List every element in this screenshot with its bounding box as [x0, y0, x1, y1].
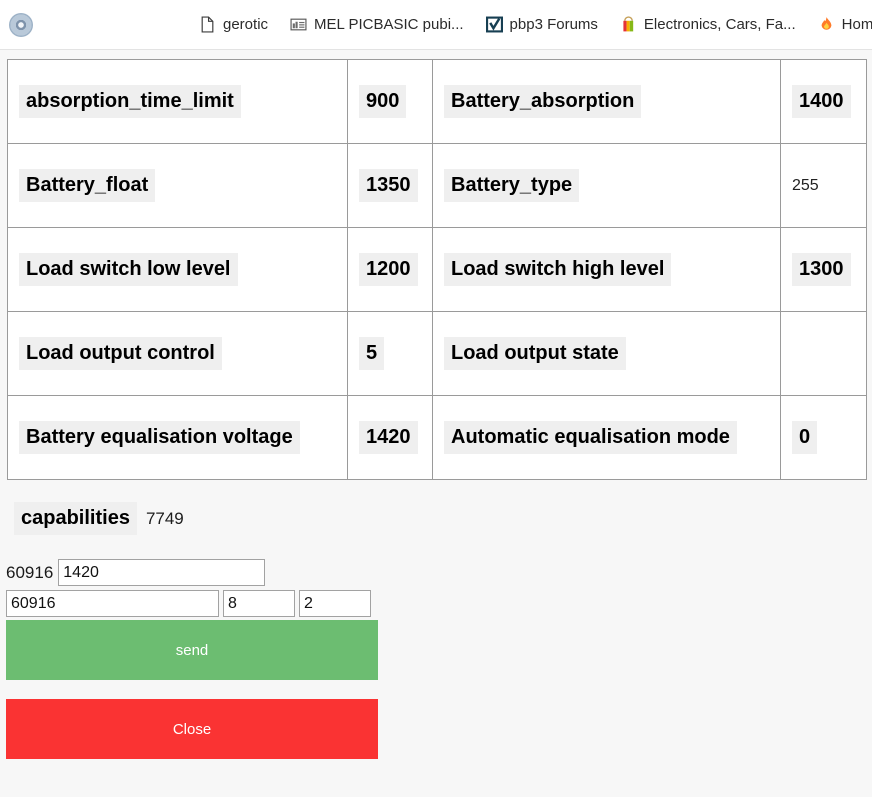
bookmark-item-electronics-cars[interactable]: Electronics, Cars, Fa...: [620, 16, 796, 33]
setting-label: Load output control: [19, 337, 222, 370]
register-type-input[interactable]: [299, 590, 371, 617]
setting-label: absorption_time_limit: [19, 85, 241, 118]
setting-label: Battery_absorption: [444, 85, 641, 118]
browser-bookmark-bar: gerotic MEL PICBASIC pubi... pbp3 Forums: [0, 0, 872, 50]
setting-label: Battery equalisation voltage: [19, 421, 300, 454]
register-number-label: 60916: [6, 564, 53, 581]
setting-label-cell: Load output state: [433, 312, 781, 396]
bookmark-label: Home: [842, 17, 872, 32]
flame-icon: [818, 16, 835, 33]
bookmark-label: gerotic: [223, 17, 268, 32]
setting-value: 1420: [359, 421, 418, 454]
send-button[interactable]: send: [6, 620, 378, 680]
setting-label-cell: Load switch low level: [8, 228, 348, 312]
setting-label-cell: Load switch high level: [433, 228, 781, 312]
register-address-input[interactable]: [6, 590, 219, 617]
setting-label-cell: absorption_time_limit: [8, 60, 348, 144]
setting-value-cell: 1350: [348, 144, 433, 228]
bookmark-label: pbp3 Forums: [510, 17, 598, 32]
settings-table: absorption_time_limit 900 Battery_absorp…: [7, 59, 867, 480]
setting-value: 5: [359, 337, 384, 370]
table-row: Load output control 5 Load output state: [8, 312, 867, 396]
setting-value: 1200: [359, 253, 418, 286]
bookmark-item-gerotic[interactable]: gerotic: [199, 16, 268, 33]
setting-label-cell: Automatic equalisation mode: [433, 396, 781, 480]
setting-label: Battery_float: [19, 169, 155, 202]
setting-label: Load switch high level: [444, 253, 671, 286]
setting-label-cell: Battery_float: [8, 144, 348, 228]
setting-value: 0: [792, 421, 817, 454]
register-write-form: 60916 send Close: [0, 559, 872, 759]
register-value-input[interactable]: [58, 559, 265, 586]
setting-value-cell: 1300: [781, 228, 867, 312]
checkmark-square-icon: [486, 16, 503, 33]
setting-value-cell: 1200: [348, 228, 433, 312]
bookmark-item-pbp3-forums[interactable]: pbp3 Forums: [486, 16, 598, 33]
setting-value: 1350: [359, 169, 418, 202]
shopping-bag-icon: [620, 16, 637, 33]
setting-label: Load switch low level: [19, 253, 238, 286]
capabilities-label: capabilities: [14, 502, 137, 535]
setting-value: 1300: [792, 253, 851, 286]
table-row: Battery_float 1350 Battery_type 255: [8, 144, 867, 228]
setting-value: 1400: [792, 85, 851, 118]
close-button[interactable]: Close: [6, 699, 378, 759]
page-document-icon: [199, 16, 216, 33]
settings-table-container: absorption_time_limit 900 Battery_absorp…: [7, 59, 866, 480]
profile-disc-icon[interactable]: [9, 13, 33, 37]
register-length-input[interactable]: [223, 590, 295, 617]
setting-value-cell: 1420: [348, 396, 433, 480]
bookmark-label: Electronics, Cars, Fa...: [644, 17, 796, 32]
table-row: absorption_time_limit 900 Battery_absorp…: [8, 60, 867, 144]
bookmark-item-home[interactable]: Home: [818, 16, 872, 33]
table-row: Battery equalisation voltage 1420 Automa…: [8, 396, 867, 480]
setting-value-cell: 5: [348, 312, 433, 396]
setting-value: 900: [359, 85, 406, 118]
value-field-row: 60916: [6, 559, 872, 586]
bookmark-label: MEL PICBASIC pubi...: [314, 17, 464, 32]
setting-label: Load output state: [444, 337, 626, 370]
setting-value: 255: [792, 177, 819, 194]
setting-value-cell: 1400: [781, 60, 867, 144]
setting-label-cell: Load output control: [8, 312, 348, 396]
setting-label-cell: Battery_absorption: [433, 60, 781, 144]
setting-value-cell: 0: [781, 396, 867, 480]
setting-label-cell: Battery equalisation voltage: [8, 396, 348, 480]
capabilities-row: capabilities 7749: [14, 502, 872, 535]
capabilities-value: 7749: [146, 509, 184, 529]
article-list-icon: [290, 16, 307, 33]
address-field-row: [6, 590, 872, 617]
setting-value-cell: 255: [781, 144, 867, 228]
setting-value-cell: 900: [348, 60, 433, 144]
table-row: Load switch low level 1200 Load switch h…: [8, 228, 867, 312]
setting-label: Battery_type: [444, 169, 579, 202]
setting-label: Automatic equalisation mode: [444, 421, 737, 454]
bookmark-item-mel-picbasic[interactable]: MEL PICBASIC pubi...: [290, 16, 464, 33]
setting-label-cell: Battery_type: [433, 144, 781, 228]
setting-value-cell-empty: [781, 312, 867, 396]
